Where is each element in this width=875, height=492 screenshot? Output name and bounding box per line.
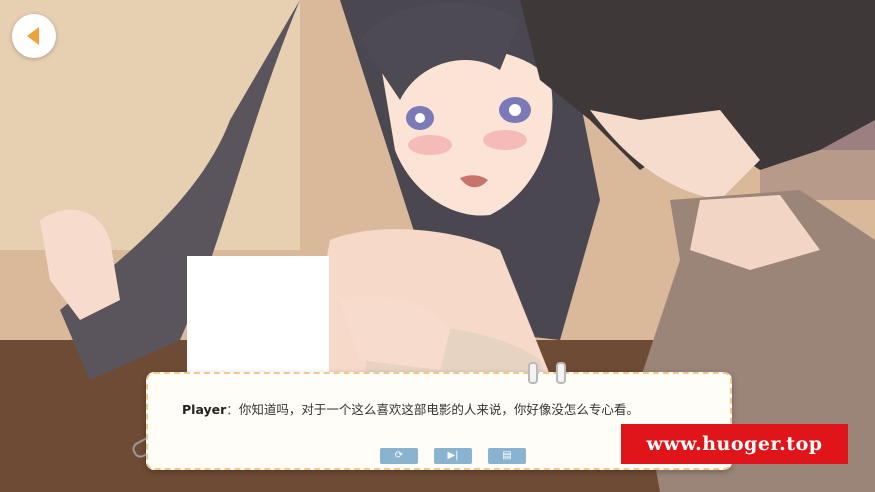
speaker-separator: ： xyxy=(226,402,239,417)
document-icon: ▤ xyxy=(502,450,512,461)
binder-ring-icon xyxy=(528,362,538,384)
binder-ring-icon xyxy=(556,362,566,384)
watermark-text: www.huoger.top xyxy=(646,433,823,455)
dialogue-text: Player：你知道吗，对于一个这么喜欢这部电影的人来说，你好像没怎么专心看。 xyxy=(182,400,682,420)
auto-play-button[interactable]: ⟳ xyxy=(380,448,418,464)
back-button[interactable] xyxy=(12,14,56,58)
refresh-icon: ⟳ xyxy=(394,450,404,461)
dialogue-controls: ⟳ ▶| ▤ xyxy=(380,448,526,464)
censor-overlay xyxy=(187,256,329,374)
watermark-banner: www.huoger.top xyxy=(621,424,848,464)
log-button[interactable]: ▤ xyxy=(488,448,526,464)
speaker-name: Player xyxy=(182,402,227,417)
skip-button[interactable]: ▶| xyxy=(434,448,472,464)
skip-forward-icon: ▶| xyxy=(447,450,459,461)
arrow-left-icon xyxy=(27,27,39,45)
dialogue-line: 你知道吗，对于一个这么喜欢这部电影的人来说，你好像没怎么专心看。 xyxy=(238,402,639,417)
